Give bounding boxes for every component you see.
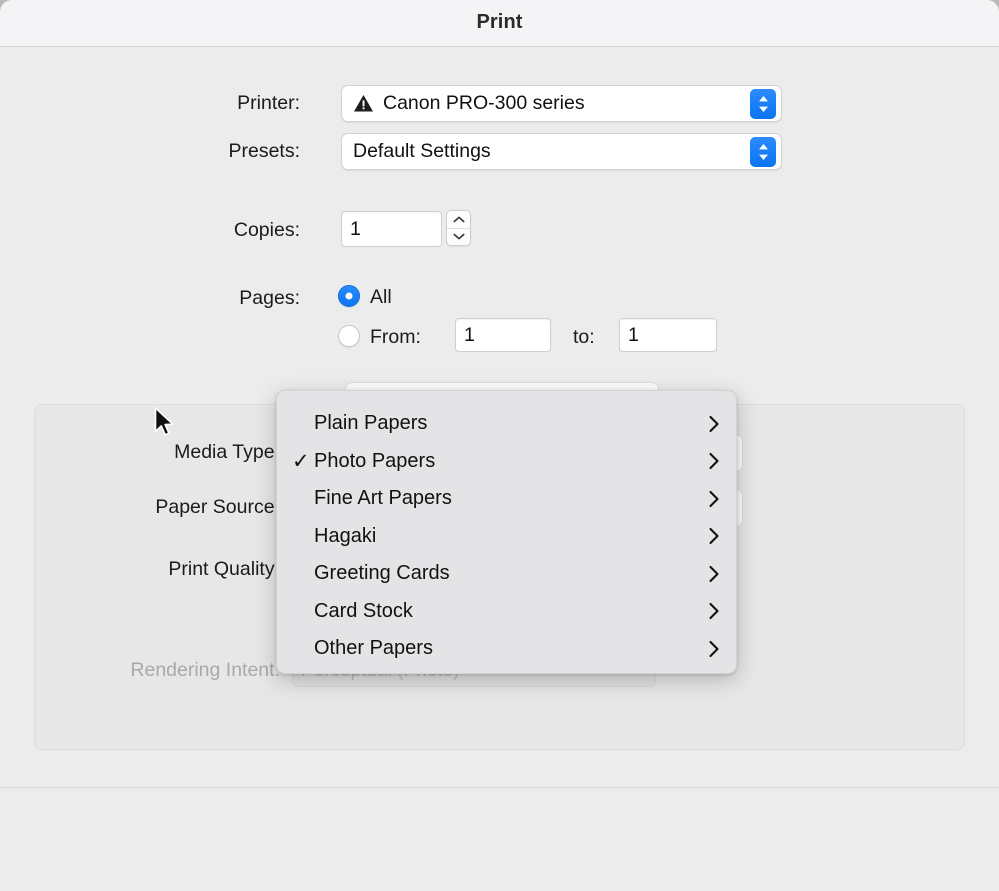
menu-item-label: Card Stock [314,599,413,622]
page-title: Print [476,11,523,33]
pages-to-input[interactable]: 1 [619,318,717,352]
rendering-intent-label: Rendering Intent: [130,659,280,681]
bottom-toolbar: ? PDF Hide Details Low Ink Cancel Print [0,788,999,891]
copies-label: Copies: [233,219,300,241]
menu-item[interactable]: ✓ Photo Papers [277,443,736,481]
pages-label: Pages: [239,287,300,309]
print-dialog: Print Printer: Canon PRO-300 series Pres… [0,0,999,891]
chevron-right-icon [709,640,719,657]
checkmark-icon: ✓ [292,449,310,473]
paper-source-label: Paper Source: [155,496,280,518]
presets-popup-button[interactable]: Default Settings [341,133,782,170]
pages-all-radio[interactable] [338,285,360,307]
stepper-down-icon[interactable] [447,229,470,246]
printer-value: Canon PRO-300 series [383,92,585,114]
menu-item[interactable]: Greeting Cards [277,555,736,593]
menu-item-label: Fine Art Papers [314,487,452,510]
print-quality-label: Print Quality: [168,558,280,580]
menu-item[interactable]: Fine Art Papers [277,480,736,518]
copies-input[interactable]: 1 [341,211,442,247]
chevron-right-icon [709,603,719,620]
warning-triangle-icon [354,95,373,112]
chevron-right-icon [709,490,719,507]
chevron-right-icon [709,528,719,545]
printer-popup-button[interactable]: Canon PRO-300 series [341,85,782,122]
updown-chevron-icon[interactable] [750,136,776,167]
stepper-up-icon[interactable] [447,211,470,229]
media-type-label: Media Type: [174,441,280,463]
menu-item[interactable]: Hagaki [277,518,736,556]
menu-item-label: Hagaki [314,524,377,547]
pages-all-label: All [370,286,392,308]
pages-from-radio[interactable] [338,325,360,347]
dialog-titlebar: Print [0,0,999,47]
chevron-right-icon [709,565,719,582]
pages-to-label: to: [573,326,595,348]
chevron-right-icon [709,453,719,470]
menu-item-label: Other Papers [314,637,433,660]
updown-chevron-icon[interactable] [750,88,776,119]
presets-value: Default Settings [353,140,491,162]
media-type-dropdown-menu[interactable]: Plain Papers ✓ Photo Papers Fine Art Pap… [276,390,737,674]
copies-stepper[interactable] [446,210,471,246]
menu-item[interactable]: Other Papers [277,630,736,668]
pages-from-label: From: [370,326,421,348]
pages-from-input[interactable]: 1 [455,318,551,352]
menu-item[interactable]: Card Stock [277,593,736,631]
presets-label: Presets: [228,140,300,162]
menu-item-label: Plain Papers [314,412,428,435]
menu-item[interactable]: Plain Papers [277,405,736,443]
printer-label: Printer: [237,92,300,114]
menu-item-label: Photo Papers [314,449,436,472]
menu-item-label: Greeting Cards [314,562,450,585]
chevron-right-icon [709,415,719,432]
